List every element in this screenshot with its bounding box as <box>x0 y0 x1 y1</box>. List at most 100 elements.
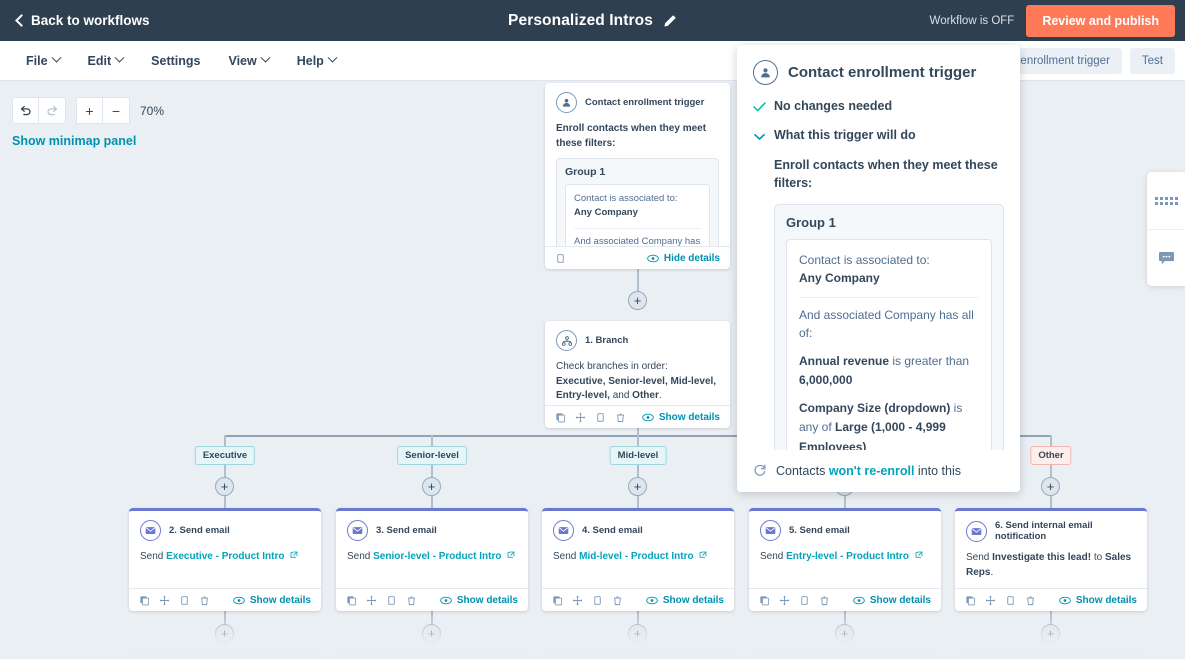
move-icon[interactable] <box>779 595 790 606</box>
copy-icon[interactable] <box>592 595 603 606</box>
zoom-in-button[interactable]: + <box>76 97 103 124</box>
show-minimap-panel-link[interactable]: Show minimap panel <box>12 134 164 148</box>
move-icon[interactable] <box>366 595 377 606</box>
move-icon[interactable] <box>159 595 170 606</box>
move-icon[interactable] <box>572 595 583 606</box>
grid-apps-icon <box>1154 196 1178 205</box>
menu-label: Edit <box>87 53 112 68</box>
delete-icon[interactable] <box>819 595 830 606</box>
add-step-button-senior[interactable]: + <box>422 477 441 496</box>
add-step-button-after-3[interactable]: + <box>422 624 441 643</box>
duplicate-icon[interactable] <box>139 595 150 606</box>
popup-reenroll-row: Contacts won't re-enroll into this <box>737 450 1020 492</box>
external-link-icon[interactable] <box>290 551 298 559</box>
action-node-5-details-link[interactable]: Show details <box>853 595 931 606</box>
delete-icon[interactable] <box>199 595 210 606</box>
next-node-placeholder-1[interactable] <box>129 652 321 659</box>
action-node-4-details-link[interactable]: Show details <box>646 595 724 606</box>
add-step-button-other[interactable]: + <box>1041 477 1060 496</box>
action-node-5-title: 5. Send email <box>789 525 850 536</box>
email-asset-link[interactable]: Executive - Product Intro <box>166 551 284 562</box>
menu-item-view[interactable]: View <box>214 41 282 80</box>
delete-icon[interactable] <box>406 595 417 606</box>
enrollment-trigger-popup[interactable]: Contact enrollment trigger No changes ne… <box>737 45 1020 492</box>
copy-icon[interactable] <box>386 595 397 606</box>
duplicate-icon[interactable] <box>759 595 770 606</box>
email-asset-link[interactable]: Mid-level - Product Intro <box>579 551 693 562</box>
add-step-button-after-2[interactable]: + <box>215 624 234 643</box>
external-link-icon[interactable] <box>915 551 923 559</box>
copy-icon[interactable] <box>555 253 566 264</box>
action-node-4-footer-icons <box>552 595 623 606</box>
email-asset-link[interactable]: Entry-level - Product Intro <box>786 551 909 562</box>
move-icon[interactable] <box>985 595 996 606</box>
undo-icon[interactable] <box>12 97 39 124</box>
trigger-hide-details-link[interactable]: Hide details <box>647 253 720 264</box>
menu-item-file[interactable]: File <box>12 41 74 80</box>
add-step-button-after-4[interactable]: + <box>628 624 647 643</box>
popup-section-toggle[interactable]: What this trigger will do <box>753 128 1004 146</box>
copy-icon[interactable] <box>799 595 810 606</box>
trigger-filter-group: Group 1 Contact is associated to: Any Co… <box>556 158 719 246</box>
menu-item-help[interactable]: Help <box>283 41 350 80</box>
action-node-2-details-link[interactable]: Show details <box>233 595 311 606</box>
next-node-placeholder-2[interactable] <box>336 652 528 659</box>
add-step-button-mid[interactable]: + <box>628 477 647 496</box>
external-link-icon[interactable] <box>699 551 707 559</box>
popup-group-title: Group 1 <box>786 214 836 230</box>
branch-last-name: Other <box>632 390 659 401</box>
add-step-button-after-5[interactable]: + <box>835 624 854 643</box>
action-node-6[interactable]: 6. Send internal email notification Send… <box>955 508 1147 611</box>
action-node-5-text: Send Entry-level - Product Intro <box>760 550 930 565</box>
action-node-5[interactable]: 5. Send email Send Entry-level - Product… <box>749 508 941 611</box>
add-step-button-after-6[interactable]: + <box>1041 624 1060 643</box>
copy-icon[interactable] <box>1005 595 1016 606</box>
add-step-button-1[interactable]: + <box>628 291 647 310</box>
chat-rail-button[interactable] <box>1147 229 1185 286</box>
duplicate-icon[interactable] <box>346 595 357 606</box>
email-asset-link[interactable]: Senior-level - Product Intro <box>373 551 501 562</box>
delete-icon[interactable] <box>612 595 623 606</box>
redo-icon[interactable] <box>39 97 66 124</box>
move-icon[interactable] <box>575 412 586 423</box>
branch-show-details-link[interactable]: Show details <box>642 412 720 423</box>
top-bar-actions: Workflow is OFF Review and publish <box>930 0 1175 41</box>
branch-label-other[interactable]: Other <box>1030 446 1072 465</box>
menu-item-edit[interactable]: Edit <box>74 41 138 80</box>
add-step-button-executive[interactable]: + <box>215 477 234 496</box>
popup-status-label: No changes needed <box>774 99 893 113</box>
contact-person-icon <box>556 92 577 113</box>
duplicate-icon[interactable] <box>555 412 566 423</box>
filter-operator: is greater than <box>889 353 970 368</box>
branch-node[interactable]: 1. Branch Check branches in order: Execu… <box>545 321 730 428</box>
action-node-6-details-link[interactable]: Show details <box>1059 595 1137 606</box>
menu-item-settings[interactable]: Settings <box>137 41 214 80</box>
next-node-placeholder-4[interactable] <box>749 652 941 659</box>
action-node-5-body: 5. Send email Send Entry-level - Product… <box>749 511 941 588</box>
next-node-placeholder-3[interactable] <box>542 652 734 659</box>
zoom-out-button[interactable]: − <box>103 97 130 124</box>
branch-label-senior-level[interactable]: Senior-level <box>397 446 467 465</box>
copy-icon[interactable] <box>595 412 606 423</box>
trigger-node[interactable]: Contact enrollment trigger Enroll contac… <box>545 83 730 269</box>
back-to-workflows-link[interactable]: Back to workflows <box>14 13 150 28</box>
test-button[interactable]: Test <box>1129 48 1175 74</box>
action-node-3[interactable]: 3. Send email Send Senior-level - Produc… <box>336 508 528 611</box>
branch-label-executive[interactable]: Executive <box>194 446 256 465</box>
filter-property: Company Size (dropdown) <box>799 401 951 416</box>
review-and-publish-button[interactable]: Review and publish <box>1026 4 1175 37</box>
next-node-placeholder-5[interactable] <box>955 652 1147 659</box>
apps-rail-button[interactable] <box>1147 172 1185 229</box>
pencil-icon[interactable] <box>663 14 677 28</box>
delete-icon[interactable] <box>1025 595 1036 606</box>
action-node-4[interactable]: 4. Send email Send Mid-level - Product I… <box>542 508 734 611</box>
duplicate-icon[interactable] <box>552 595 563 606</box>
action-node-3-details-link[interactable]: Show details <box>440 595 518 606</box>
branch-node-footer: Show details <box>545 405 730 428</box>
delete-icon[interactable] <box>615 412 626 423</box>
copy-icon[interactable] <box>179 595 190 606</box>
external-link-icon[interactable] <box>507 551 515 559</box>
action-node-2[interactable]: 2. Send email Send Executive - Product I… <box>129 508 321 611</box>
duplicate-icon[interactable] <box>965 595 976 606</box>
branch-label-mid-level[interactable]: Mid-level <box>609 446 667 465</box>
